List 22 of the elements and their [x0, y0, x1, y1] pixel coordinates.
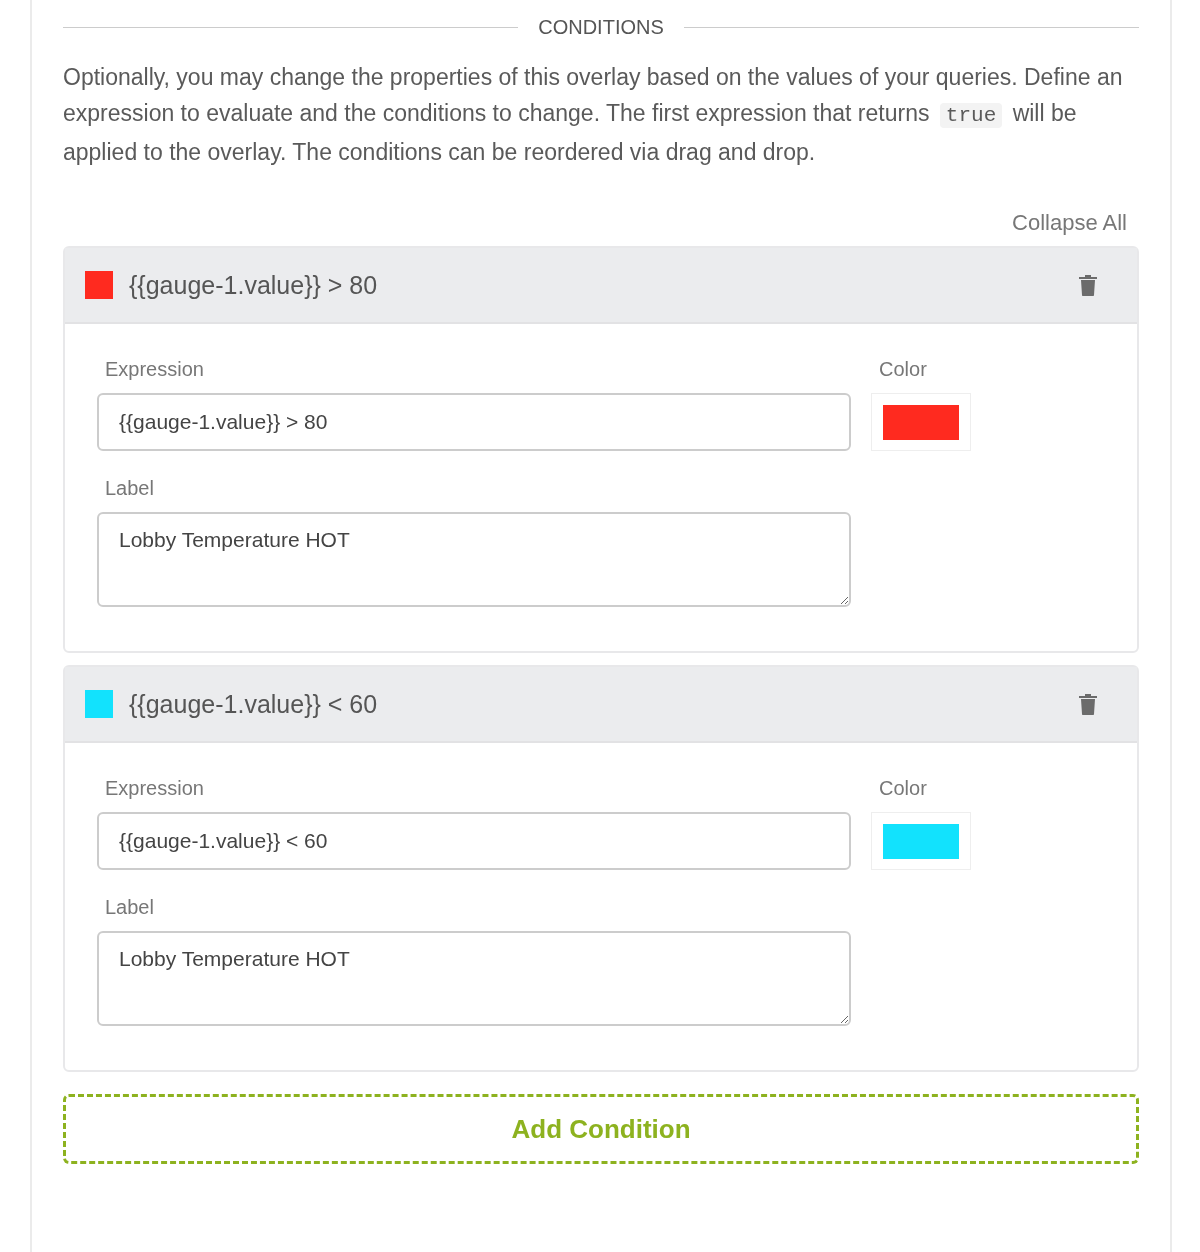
field-label: Expression: [105, 358, 205, 381]
expression-input[interactable]: {{gauge-1.value}} < 60: [97, 812, 851, 870]
condition-title: {{gauge-1.value}} < 60: [129, 689, 379, 719]
expression-input[interactable]: {{gauge-1.value}} > 80: [97, 393, 851, 451]
condition-header[interactable]: {{gauge-1.value}} > 80: [65, 248, 1137, 324]
description-text: Optionally, you may change the properties of this overlay based on the values of your queries. Define an expression to evaluate and the conditions to change. The first expression that returns true will be applied to the overlay. The conditions can be reordered via drag and drop.: [63, 63, 1124, 167]
trash-icon[interactable]: [1079, 274, 1097, 296]
label-textarea[interactable]: Lobby Temperature HOT: [97, 512, 851, 607]
field-label: Label: [105, 477, 155, 500]
condition-header[interactable]: {{gauge-1.value}} < 60: [65, 667, 1137, 743]
field-label: Color: [879, 358, 928, 381]
color-picker[interactable]: [871, 812, 971, 870]
trash-icon[interactable]: [1079, 693, 1097, 715]
field-label: Label: [105, 896, 155, 919]
field-label: Expression: [105, 777, 205, 800]
field-label: Color: [879, 777, 928, 800]
label-textarea[interactable]: Lobby Temperature HOT: [97, 931, 851, 1026]
condition-title: {{gauge-1.value}} > 80: [129, 270, 379, 300]
inline-code: true: [939, 103, 1003, 128]
section-title: CONDITIONS: [538, 16, 664, 39]
collapse-all-link[interactable]: Collapse All: [1012, 210, 1127, 236]
color-picker[interactable]: [871, 393, 971, 451]
